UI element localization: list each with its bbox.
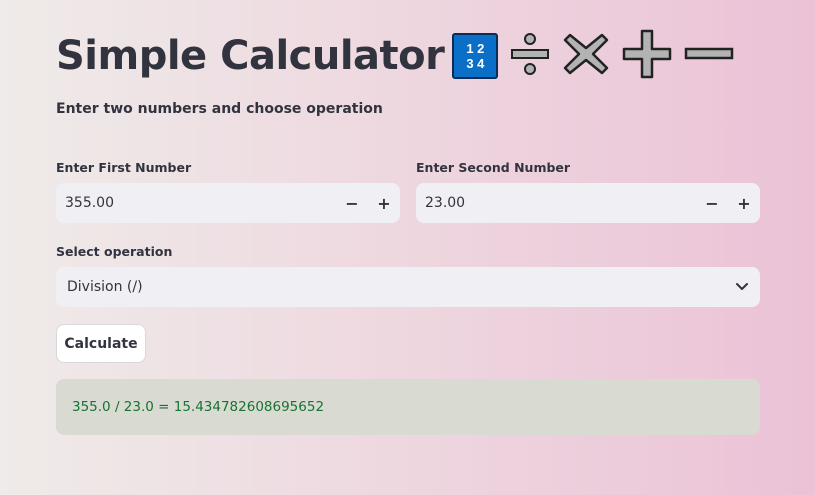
result-message: 355.0 / 23.0 = 15.434782608695652: [56, 379, 760, 435]
operation-selected-value: Division (/): [67, 279, 143, 295]
plus-icon: [622, 29, 672, 83]
first-number-value[interactable]: 355.00: [56, 195, 336, 211]
second-number-input[interactable]: 23.00 − +: [416, 183, 760, 223]
multiply-icon: [562, 31, 610, 81]
second-number-decrement-button[interactable]: −: [696, 183, 728, 223]
first-number-input[interactable]: 355.00 − +: [56, 183, 400, 223]
second-number-label: Enter Second Number: [416, 160, 571, 175]
calculate-button[interactable]: Calculate: [56, 324, 146, 363]
input-numbers-icon: 1 2 3 4: [452, 33, 499, 79]
second-number-value[interactable]: 23.00: [416, 195, 696, 211]
second-number-increment-button[interactable]: +: [728, 183, 760, 223]
first-number-label: Enter First Number: [56, 160, 192, 175]
page-title-row: Simple Calculator 1 2 3 4: [56, 26, 734, 86]
minus-icon: [684, 31, 734, 81]
first-number-increment-button[interactable]: +: [368, 183, 400, 223]
first-number-decrement-button[interactable]: −: [336, 183, 368, 223]
page-subtitle: Enter two numbers and choose operation: [56, 101, 383, 117]
operation-select[interactable]: Division (/): [56, 267, 760, 307]
page-title: Simple Calculator: [56, 33, 445, 79]
chevron-down-icon[interactable]: [724, 282, 760, 292]
input-numbers-top-digits: 1 2: [466, 41, 485, 56]
divide-icon: [510, 31, 550, 81]
operation-label: Select operation: [56, 244, 173, 259]
result-text: 355.0 / 23.0 = 15.434782608695652: [72, 399, 325, 415]
input-numbers-bottom-digits: 3 4: [466, 56, 485, 71]
